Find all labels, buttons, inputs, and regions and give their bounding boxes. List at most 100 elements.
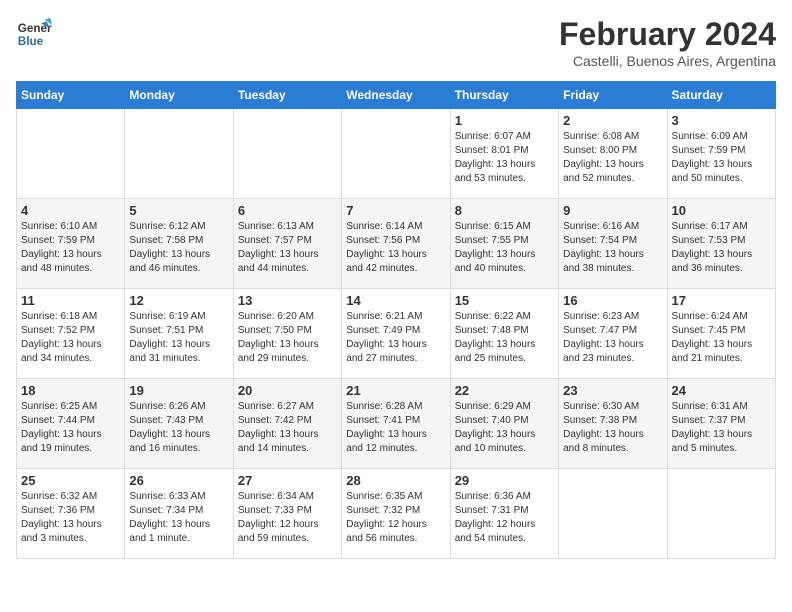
day-number: 8	[455, 203, 554, 218]
day-number: 7	[346, 203, 445, 218]
day-info: Sunrise: 6:18 AMSunset: 7:52 PMDaylight:…	[21, 310, 120, 366]
calendar-cell	[342, 109, 450, 199]
day-number: 18	[21, 383, 120, 398]
day-number: 21	[346, 383, 445, 398]
day-number: 3	[672, 113, 771, 128]
day-info: Sunrise: 6:24 AMSunset: 7:45 PMDaylight:…	[672, 310, 771, 366]
calendar-cell: 20 Sunrise: 6:27 AMSunset: 7:42 PMDayligh…	[233, 379, 341, 469]
day-info: Sunrise: 6:17 AMSunset: 7:53 PMDaylight:…	[672, 220, 771, 276]
day-info: Sunrise: 6:13 AMSunset: 7:57 PMDaylight:…	[238, 220, 337, 276]
day-info: Sunrise: 6:14 AMSunset: 7:56 PMDaylight:…	[346, 220, 445, 276]
day-info: Sunrise: 6:32 AMSunset: 7:36 PMDaylight:…	[21, 490, 120, 546]
day-info: Sunrise: 6:12 AMSunset: 7:58 PMDaylight:…	[129, 220, 228, 276]
day-number: 26	[129, 473, 228, 488]
calendar-week-row: 11Sunrise: 6:18 AMSunset: 7:52 PMDayligh…	[17, 289, 776, 379]
calendar-cell: 13 Sunrise: 6:20 AMSunset: 7:50 PMDayligh…	[233, 289, 341, 379]
calendar-cell: 24 Sunrise: 6:31 AMSunset: 7:37 PMDayligh…	[667, 379, 775, 469]
calendar-cell: 29 Sunrise: 6:36 AMSunset: 7:31 PMDayligh…	[450, 469, 558, 559]
svg-text:Blue: Blue	[18, 35, 44, 48]
day-number: 27	[238, 473, 337, 488]
day-info: Sunrise: 6:33 AMSunset: 7:34 PMDaylight:…	[129, 490, 228, 546]
calendar-cell: 25 Sunrise: 6:32 AMSunset: 7:36 PMDayligh…	[17, 469, 125, 559]
calendar-cell	[559, 469, 667, 559]
day-number: 28	[346, 473, 445, 488]
calendar-cell	[125, 109, 233, 199]
day-info: Sunrise: 6:19 AMSunset: 7:51 PMDaylight:…	[129, 310, 228, 366]
calendar-cell: 10 Sunrise: 6:17 AMSunset: 7:53 PMDayligh…	[667, 199, 775, 289]
day-info: Sunrise: 6:28 AMSunset: 7:41 PMDaylight:…	[346, 400, 445, 456]
day-number: 29	[455, 473, 554, 488]
title-area: February 2024 Castelli, Buenos Aires, Ar…	[559, 16, 776, 69]
day-of-week-header: Wednesday	[342, 82, 450, 109]
day-info: Sunrise: 6:15 AMSunset: 7:55 PMDaylight:…	[455, 220, 554, 276]
calendar-cell: 23Sunrise: 6:30 AMSunset: 7:38 PMDayligh…	[559, 379, 667, 469]
calendar-week-row: 18 Sunrise: 6:25 AMSunset: 7:44 PMDayligh…	[17, 379, 776, 469]
calendar-cell: 28 Sunrise: 6:35 AMSunset: 7:32 PMDayligh…	[342, 469, 450, 559]
day-of-week-header: Saturday	[667, 82, 775, 109]
day-info: Sunrise: 6:23 AMSunset: 7:47 PMDaylight:…	[563, 310, 662, 366]
calendar-cell	[17, 109, 125, 199]
calendar-cell: 21 Sunrise: 6:28 AMSunset: 7:41 PMDayligh…	[342, 379, 450, 469]
day-info: Sunrise: 6:20 AMSunset: 7:50 PMDaylight:…	[238, 310, 337, 366]
day-number: 17	[672, 293, 771, 308]
calendar-cell: 22Sunrise: 6:29 AMSunset: 7:40 PMDayligh…	[450, 379, 558, 469]
calendar-table: SundayMondayTuesdayWednesdayThursdayFrid…	[16, 81, 776, 559]
day-info: Sunrise: 6:16 AMSunset: 7:54 PMDaylight:…	[563, 220, 662, 276]
day-number: 4	[21, 203, 120, 218]
day-number: 23	[563, 383, 662, 398]
logo-icon: General Blue	[16, 16, 52, 52]
calendar-cell: 26 Sunrise: 6:33 AMSunset: 7:34 PMDayligh…	[125, 469, 233, 559]
day-of-week-header: Thursday	[450, 82, 558, 109]
day-info: Sunrise: 6:25 AMSunset: 7:44 PMDaylight:…	[21, 400, 120, 456]
day-number: 13	[238, 293, 337, 308]
calendar-cell	[233, 109, 341, 199]
day-info: Sunrise: 6:10 AMSunset: 7:59 PMDaylight:…	[21, 220, 120, 276]
calendar-cell: 18 Sunrise: 6:25 AMSunset: 7:44 PMDayligh…	[17, 379, 125, 469]
header: General Blue February 2024 Castelli, Bue…	[16, 16, 776, 69]
calendar-cell: 8 Sunrise: 6:15 AMSunset: 7:55 PMDaylight…	[450, 199, 558, 289]
day-info: Sunrise: 6:08 AMSunset: 8:00 PMDaylight:…	[563, 130, 662, 186]
calendar-cell: 16 Sunrise: 6:23 AMSunset: 7:47 PMDayligh…	[559, 289, 667, 379]
day-number: 15	[455, 293, 554, 308]
day-number: 25	[21, 473, 120, 488]
day-of-week-header: Sunday	[17, 82, 125, 109]
day-number: 19	[129, 383, 228, 398]
day-number: 2	[563, 113, 662, 128]
day-info: Sunrise: 6:31 AMSunset: 7:37 PMDaylight:…	[672, 400, 771, 456]
calendar-cell: 4 Sunrise: 6:10 AMSunset: 7:59 PMDaylight…	[17, 199, 125, 289]
logo: General Blue	[16, 16, 52, 52]
day-number: 16	[563, 293, 662, 308]
calendar-cell: 5Sunrise: 6:12 AMSunset: 7:58 PMDaylight…	[125, 199, 233, 289]
day-info: Sunrise: 6:09 AMSunset: 7:59 PMDaylight:…	[672, 130, 771, 186]
day-number: 14	[346, 293, 445, 308]
day-number: 24	[672, 383, 771, 398]
calendar-cell: 17 Sunrise: 6:24 AMSunset: 7:45 PMDayligh…	[667, 289, 775, 379]
day-info: Sunrise: 6:21 AMSunset: 7:49 PMDaylight:…	[346, 310, 445, 366]
calendar-cell: 27Sunrise: 6:34 AMSunset: 7:33 PMDayligh…	[233, 469, 341, 559]
day-number: 1	[455, 113, 554, 128]
calendar-cell: 2 Sunrise: 6:08 AMSunset: 8:00 PMDaylight…	[559, 109, 667, 199]
day-info: Sunrise: 6:35 AMSunset: 7:32 PMDaylight:…	[346, 490, 445, 546]
main-title: February 2024	[559, 16, 776, 53]
calendar-cell: 11Sunrise: 6:18 AMSunset: 7:52 PMDayligh…	[17, 289, 125, 379]
calendar-header-row: SundayMondayTuesdayWednesdayThursdayFrid…	[17, 82, 776, 109]
day-number: 9	[563, 203, 662, 218]
calendar-cell: 19Sunrise: 6:26 AMSunset: 7:43 PMDayligh…	[125, 379, 233, 469]
day-number: 20	[238, 383, 337, 398]
calendar-week-row: 4 Sunrise: 6:10 AMSunset: 7:59 PMDaylight…	[17, 199, 776, 289]
day-number: 22	[455, 383, 554, 398]
calendar-cell: 7 Sunrise: 6:14 AMSunset: 7:56 PMDaylight…	[342, 199, 450, 289]
calendar-week-row: 25 Sunrise: 6:32 AMSunset: 7:36 PMDayligh…	[17, 469, 776, 559]
calendar-cell: 3 Sunrise: 6:09 AMSunset: 7:59 PMDaylight…	[667, 109, 775, 199]
calendar-cell: 6Sunrise: 6:13 AMSunset: 7:57 PMDaylight…	[233, 199, 341, 289]
calendar-cell: 12 Sunrise: 6:19 AMSunset: 7:51 PMDayligh…	[125, 289, 233, 379]
calendar-week-row: 1Sunrise: 6:07 AMSunset: 8:01 PMDaylight…	[17, 109, 776, 199]
day-number: 10	[672, 203, 771, 218]
subtitle: Castelli, Buenos Aires, Argentina	[559, 53, 776, 69]
day-number: 12	[129, 293, 228, 308]
day-info: Sunrise: 6:27 AMSunset: 7:42 PMDaylight:…	[238, 400, 337, 456]
calendar-cell: 1Sunrise: 6:07 AMSunset: 8:01 PMDaylight…	[450, 109, 558, 199]
day-of-week-header: Monday	[125, 82, 233, 109]
calendar-cell	[667, 469, 775, 559]
day-info: Sunrise: 6:36 AMSunset: 7:31 PMDaylight:…	[455, 490, 554, 546]
